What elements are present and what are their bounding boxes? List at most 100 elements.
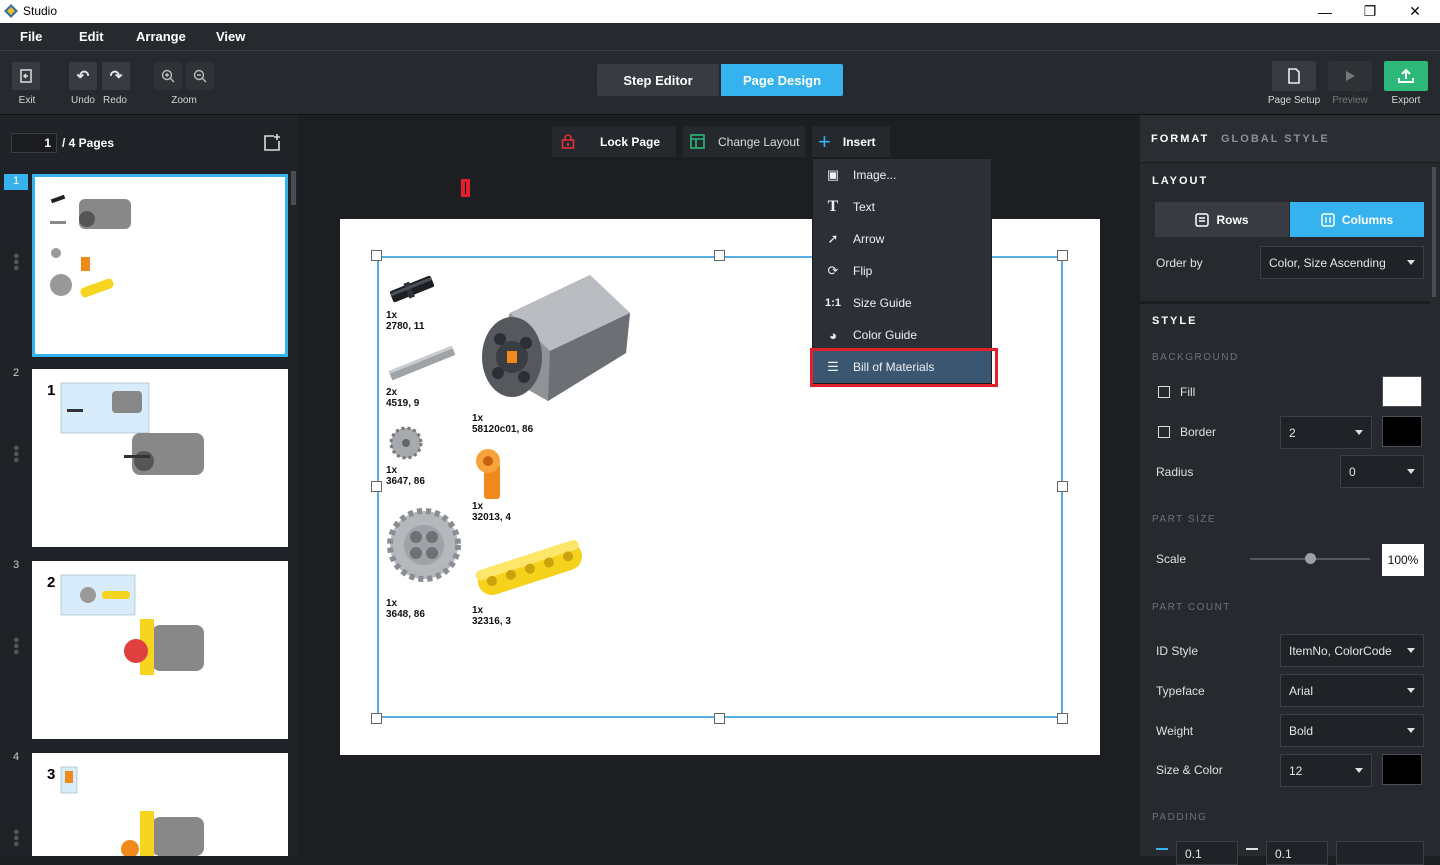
page-design-tab[interactable]: Page Design [721,64,843,96]
part-label: 1x 58120c01, 86 [472,413,534,435]
minimize-button[interactable]: — [1302,0,1348,23]
padding-unit-select[interactable] [1336,841,1424,865]
part-label: 1x 32013, 4 [472,501,511,523]
fill-color-swatch[interactable] [1382,376,1422,407]
part-label: 2x 4519, 9 [386,387,420,409]
weight-select[interactable]: Bold [1280,714,1424,747]
zoom-out-icon [193,69,207,83]
scale-value-input[interactable]: 100% [1382,544,1424,576]
page-thumbnail-3[interactable]: 2 [32,561,288,739]
zoom-label: Zoom [171,95,197,106]
page-setup-button[interactable] [1272,61,1316,91]
page-number: 3 [13,559,20,571]
drag-handle-icon[interactable]: ● ● ● [13,443,20,466]
page-thumbnail-2[interactable]: 1 [32,369,288,547]
resize-handle[interactable] [714,250,725,261]
page-canvas: Lock Page Change Layout + Insert 1x 2780,… [298,115,1140,856]
part-size-subtitle: PART SIZE [1152,514,1217,525]
insert-button[interactable]: + Insert [812,126,890,157]
undo-button[interactable]: ↶ [69,62,97,90]
thumbnail-preview [50,194,131,298]
add-page-icon [264,134,280,151]
page-number-badge: 1 [4,174,28,190]
id-style-select[interactable]: ItemNo, ColorCode [1280,634,1424,667]
page-thumbnail-4[interactable]: 3 [32,753,288,858]
style-section-title: STYLE [1152,315,1198,327]
order-by-select[interactable]: Color, Size Ascending [1260,246,1424,279]
resize-handle[interactable] [714,713,725,724]
font-size-select[interactable]: 12 [1280,754,1372,787]
resize-handle[interactable] [1057,481,1068,492]
menu-view[interactable]: View [216,29,245,44]
zoom-in-button[interactable] [154,62,182,90]
change-layout-button[interactable]: Change Layout [683,126,805,157]
padding-input[interactable]: 0.1 [1266,841,1328,865]
drag-handle-icon[interactable]: ● ● ● [13,635,20,658]
menu-file[interactable]: File [20,29,42,44]
exit-button[interactable] [12,62,40,90]
step-editor-tab[interactable]: Step Editor [597,64,719,96]
tab-global-style[interactable]: GLOBAL STYLE [1221,133,1330,145]
redo-button[interactable]: ↷ [102,62,130,90]
insert-image-item[interactable]: ▣ Image... [813,159,991,191]
rows-button[interactable]: Rows [1155,202,1289,237]
scale-label: Scale [1156,552,1187,566]
format-panel: FORMAT GLOBAL STYLE LAYOUT Rows Columns … [1140,115,1440,865]
fill-checkbox[interactable] [1158,386,1170,398]
preview-button[interactable] [1328,61,1372,91]
menu-arrange[interactable]: Arrange [136,29,186,44]
scale-slider-thumb[interactable] [1305,553,1316,564]
insert-size-guide-item[interactable]: 1:1 Size Guide [813,287,991,319]
insert-flip-item[interactable]: ⟳ Flip [813,255,991,287]
padding-input[interactable]: 0.1 [1176,841,1238,865]
export-button[interactable] [1384,61,1428,91]
image-icon: ▣ [826,167,840,182]
page-thumbnail-1[interactable] [32,174,288,357]
insert-color-guide-item[interactable]: ◕ Color Guide [813,319,991,351]
lock-page-button[interactable]: Lock Page [552,126,676,157]
add-page-button[interactable] [262,133,282,153]
border-width-select[interactable]: 2 [1280,416,1372,449]
zoom-out-button[interactable] [186,62,214,90]
chevron-down-icon [1407,260,1415,265]
tab-format[interactable]: FORMAT [1151,133,1209,145]
title-bar: Studio — ❐ ✕ [0,0,1440,23]
part-count-subtitle: PART COUNT [1152,602,1231,613]
page-number: 4 [13,751,20,763]
size-color-label: Size & Color [1156,763,1223,777]
border-checkbox[interactable] [1158,426,1170,438]
restore-icon: ❐ [1363,3,1377,19]
resize-handle[interactable] [371,713,382,724]
resize-handle[interactable] [371,250,382,261]
thumbnail-preview [60,382,204,475]
resize-handle[interactable] [1057,713,1068,724]
section-divider [1140,301,1430,304]
highlight-box [810,348,998,387]
weight-label: Weight [1156,724,1194,738]
menu-edit[interactable]: Edit [79,29,104,44]
chevron-down-icon [1407,469,1415,474]
pages-scrollbar[interactable] [291,171,296,205]
close-icon: ✕ [1409,3,1421,19]
typeface-select[interactable]: Arial [1280,674,1424,707]
resize-handle[interactable] [1057,250,1068,261]
insert-arrow-item[interactable]: ➚ Arrow [813,223,991,255]
insert-text-item[interactable]: T Text [813,191,991,223]
columns-button[interactable]: Columns [1290,202,1424,237]
part-label: 1x 3648, 86 [386,598,425,620]
resize-handle[interactable] [371,481,382,492]
drag-handle-icon[interactable]: ● ● ● [13,827,20,850]
border-color-swatch[interactable] [1382,416,1422,447]
radius-select[interactable]: 0 [1340,455,1424,488]
page-total-label: / 4 Pages [62,136,115,150]
current-page-input[interactable]: 1 [11,133,57,153]
drag-handle-icon[interactable]: ● ● ● [13,251,20,274]
part-label: 1x 2780, 11 [386,310,425,332]
chevron-down-icon [1407,648,1415,653]
font-color-swatch[interactable] [1382,754,1422,785]
step-number: 3 [47,766,56,783]
panel-scrollbar[interactable] [1432,167,1436,297]
part-image [475,539,582,596]
restore-button[interactable]: ❐ [1347,0,1393,23]
close-window-button[interactable]: ✕ [1392,0,1438,23]
